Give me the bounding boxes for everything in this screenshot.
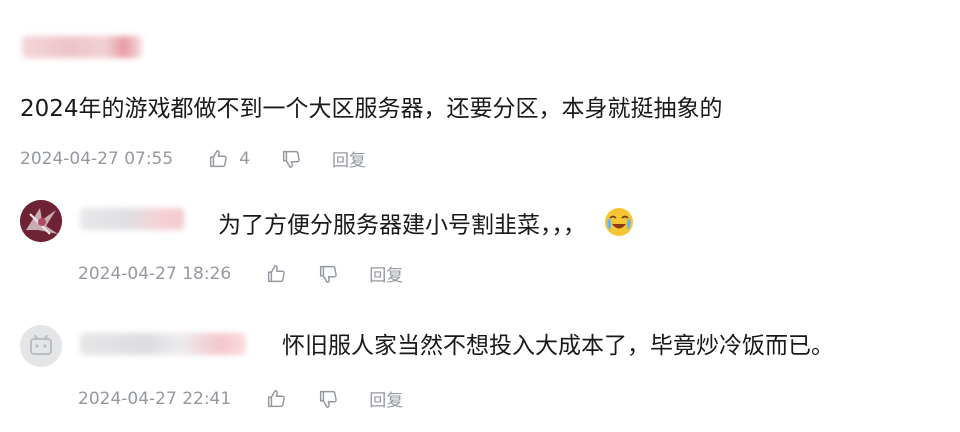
dislike-button[interactable] xyxy=(317,263,339,285)
dislike-button[interactable] xyxy=(317,388,339,410)
comment-text: 2024年的游戏都做不到一个大区服务器，还要分区，本身就挺抽象的 xyxy=(20,96,723,122)
avatar-image xyxy=(20,200,62,242)
thumb-up-icon xyxy=(268,389,286,407)
avatar[interactable] xyxy=(20,200,62,242)
like-button[interactable] xyxy=(265,388,287,410)
crying-laugh-emoji-icon xyxy=(603,206,635,246)
reply-button[interactable]: 回复 xyxy=(369,386,403,411)
dislike-button[interactable] xyxy=(280,148,302,170)
username-redacted xyxy=(80,333,246,355)
comment-timestamp: 2024-04-27 22:41 xyxy=(78,388,232,409)
reply-button[interactable]: 回复 xyxy=(369,261,403,286)
thumb-down-icon xyxy=(320,265,338,283)
username-redacted xyxy=(80,208,184,230)
avatar[interactable] xyxy=(20,325,62,367)
comment-timestamp: 2024-04-27 07:55 xyxy=(20,148,174,169)
comment-text: 怀旧服人家当然不想投入大成本了，毕竟炒冷饭而已。 xyxy=(282,333,834,359)
comment-meta: 2024-04-27 18:26 回复 xyxy=(78,261,403,287)
like-count: 4 xyxy=(239,148,251,169)
comment-meta: 2024-04-27 07:55 4 回复 xyxy=(20,146,366,172)
comment-timestamp: 2024-04-27 18:26 xyxy=(78,263,232,284)
comment-text-content: 为了方便分服务器建小号割韭菜，，， xyxy=(218,212,586,239)
thumb-up-icon xyxy=(268,264,286,282)
reply-button[interactable]: 回复 xyxy=(332,146,366,171)
comment-text: 为了方便分服务器建小号割韭菜，，， xyxy=(218,206,635,246)
thumb-down-icon xyxy=(282,150,300,168)
thumb-down-icon xyxy=(320,390,338,408)
default-avatar-icon xyxy=(20,325,62,367)
like-button[interactable] xyxy=(265,263,287,285)
comment-meta: 2024-04-27 22:41 回复 xyxy=(78,386,403,412)
like-button[interactable]: 4 xyxy=(207,148,250,170)
username-redacted xyxy=(22,36,142,58)
thumb-up-icon xyxy=(210,149,228,167)
